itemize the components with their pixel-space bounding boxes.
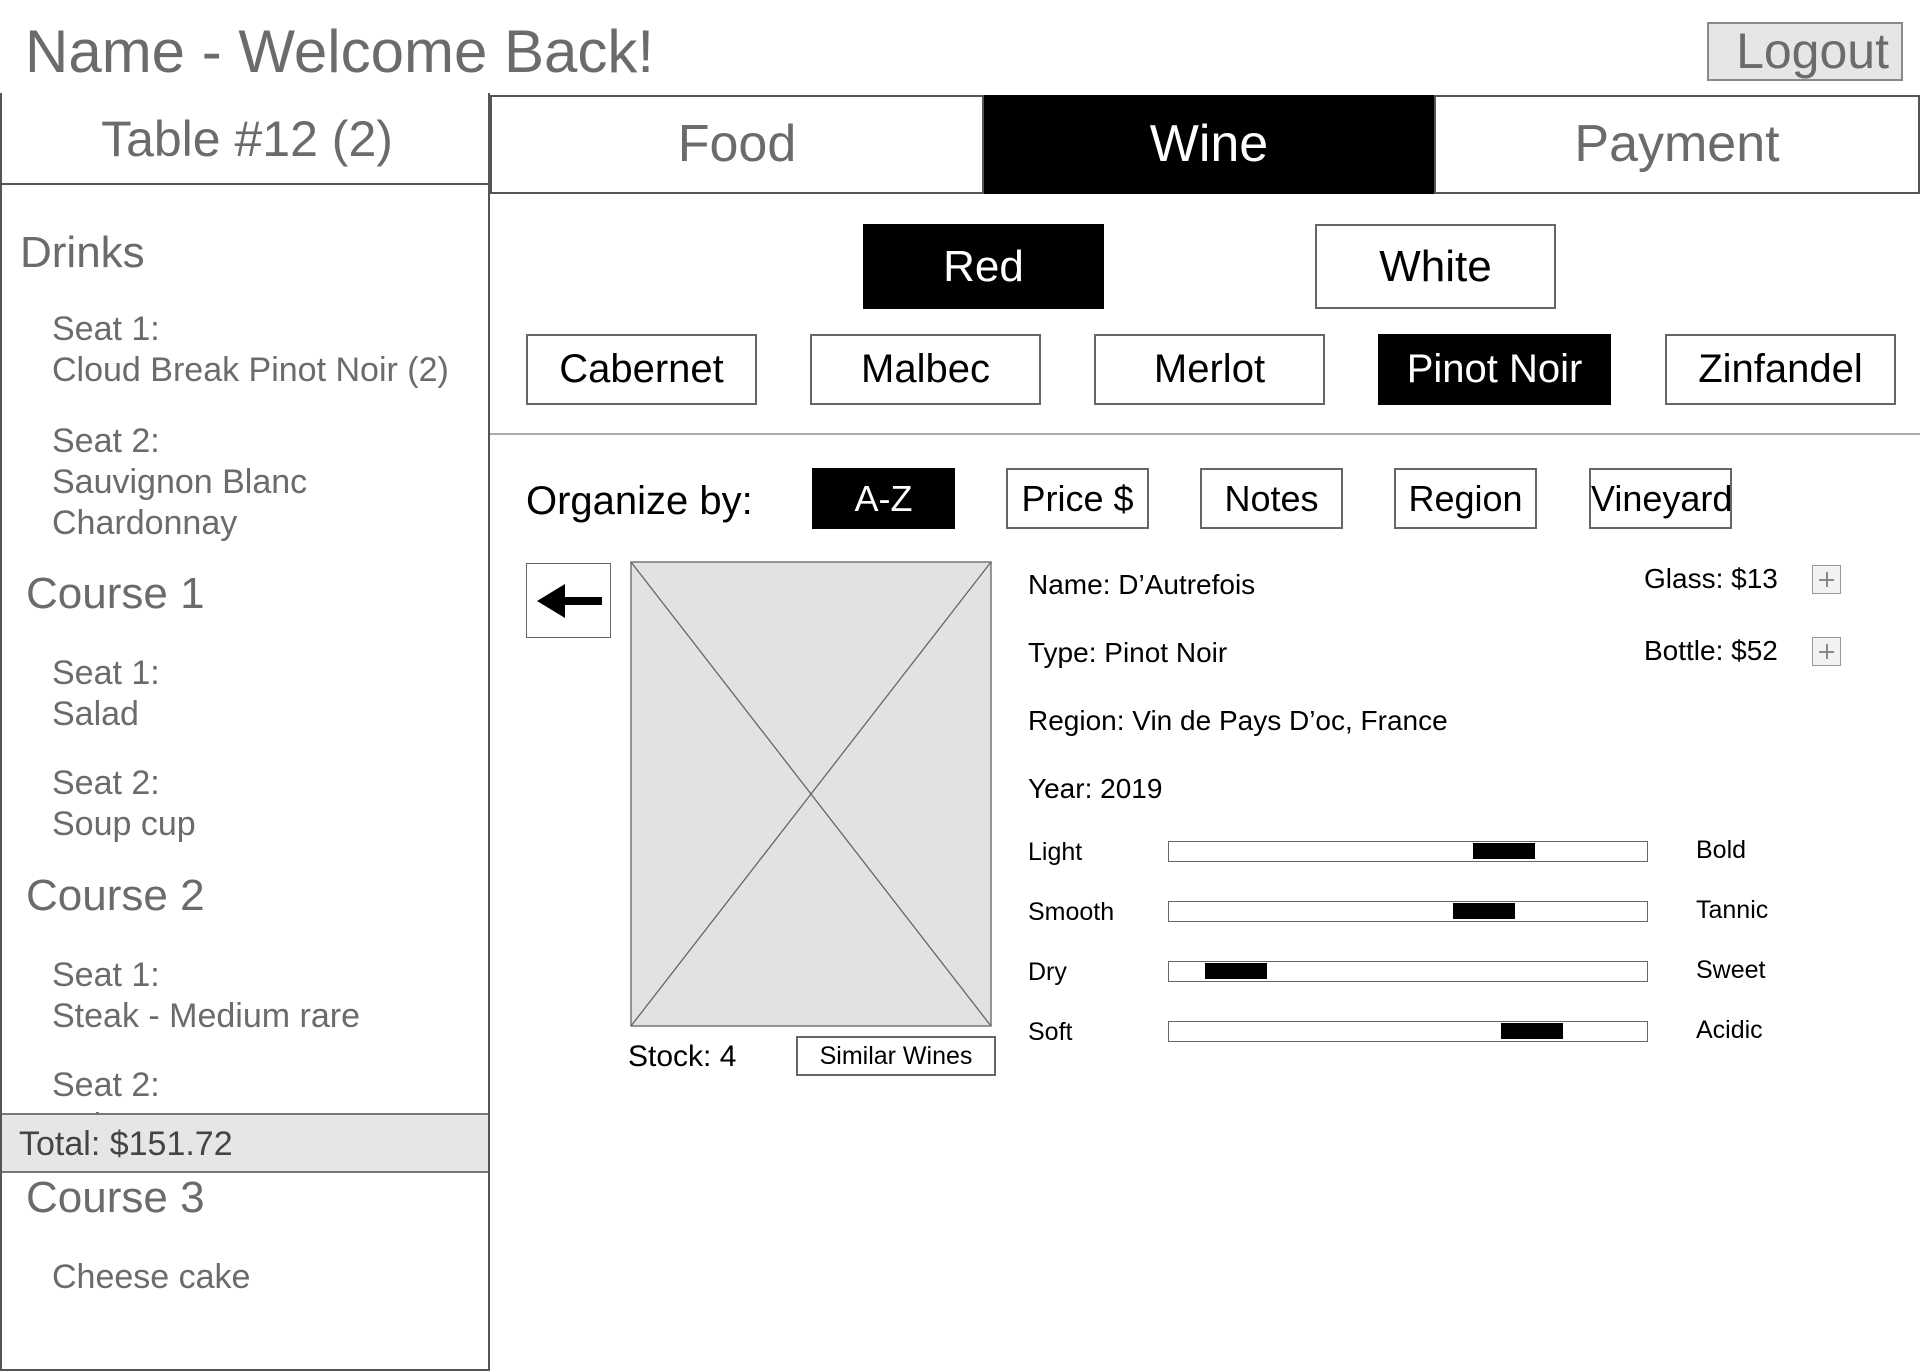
- list-item: Seat 1: Salad: [52, 654, 160, 733]
- slider-thumb[interactable]: [1453, 903, 1516, 919]
- filter-white-button[interactable]: White: [1315, 224, 1556, 309]
- slider-thumb[interactable]: [1472, 843, 1535, 859]
- sort-vineyard-button[interactable]: Vineyard: [1589, 468, 1732, 529]
- tab-wine[interactable]: Wine: [984, 95, 1434, 194]
- list-item: Cheese cake: [52, 1258, 251, 1296]
- slider-label-soft: Soft: [1028, 1018, 1073, 1046]
- order-total: Total: $151.72: [2, 1113, 488, 1173]
- list-item: Seat 2: Soup cup: [52, 764, 196, 843]
- tab-payment[interactable]: Payment: [1434, 95, 1920, 194]
- order-panel: Table #12 (2) Drinks Seat 1: Cloud Break…: [0, 93, 490, 1371]
- dry-sweet-slider[interactable]: [1168, 961, 1648, 982]
- slider-label-sweet: Sweet: [1696, 956, 1766, 984]
- arrow-left-icon: [537, 584, 602, 618]
- divider: [490, 433, 1920, 435]
- sort-price-button[interactable]: Price $: [1006, 468, 1149, 529]
- section-title-course-3: Course 3: [26, 1173, 205, 1222]
- section-title-drinks: Drinks: [20, 228, 145, 277]
- section-title-course-1: Course 1: [26, 569, 205, 618]
- wine-name: Name: D’Autrefois: [1028, 569, 1256, 600]
- section-title-course-2: Course 2: [26, 871, 205, 920]
- wine-region: Region: Vin de Pays D’oc, France: [1028, 705, 1448, 736]
- varietal-cabernet-button[interactable]: Cabernet: [526, 334, 757, 405]
- slider-label-dry: Dry: [1028, 958, 1067, 986]
- bottle-price: Bottle: $52: [1644, 635, 1778, 666]
- tab-food[interactable]: Food: [490, 95, 984, 194]
- filter-red-button[interactable]: Red: [863, 224, 1104, 309]
- list-item: Seat 2: Sauvignon Blanc Chardonnay: [52, 422, 308, 542]
- slider-thumb[interactable]: [1501, 1023, 1564, 1039]
- varietal-malbec-button[interactable]: Malbec: [810, 334, 1041, 405]
- light-bold-slider[interactable]: [1168, 841, 1648, 862]
- slider-label-tannic: Tannic: [1696, 896, 1769, 924]
- sort-az-button[interactable]: A-Z: [812, 468, 955, 529]
- smooth-tannic-slider[interactable]: [1168, 901, 1648, 922]
- add-bottle-button[interactable]: [1812, 637, 1841, 666]
- back-button[interactable]: [526, 563, 611, 638]
- wine-type: Type: Pinot Noir: [1028, 637, 1228, 668]
- organize-label: Organize by:: [526, 479, 753, 523]
- slider-label-acidic: Acidic: [1696, 1016, 1763, 1044]
- list-item: Seat 1: Steak - Medium rare: [52, 956, 360, 1035]
- slider-label-light: Light: [1028, 838, 1083, 866]
- wine-year: Year: 2019: [1028, 773, 1163, 804]
- add-glass-button[interactable]: [1812, 565, 1841, 594]
- sort-region-button[interactable]: Region: [1394, 468, 1537, 529]
- welcome-title: Name - Welcome Back!: [25, 18, 655, 85]
- varietal-zinfandel-button[interactable]: Zinfandel: [1665, 334, 1896, 405]
- soft-acidic-slider[interactable]: [1168, 1021, 1648, 1042]
- varietal-pinot-noir-button[interactable]: Pinot Noir: [1378, 334, 1611, 405]
- image-placeholder-icon: [630, 561, 992, 1027]
- slider-thumb[interactable]: [1204, 963, 1267, 979]
- varietal-merlot-button[interactable]: Merlot: [1094, 334, 1325, 405]
- table-title: Table #12 (2): [2, 93, 488, 185]
- slider-label-smooth: Smooth: [1028, 898, 1115, 926]
- glass-price: Glass: $13: [1644, 563, 1778, 594]
- logout-button[interactable]: Logout: [1707, 22, 1903, 81]
- sort-notes-button[interactable]: Notes: [1200, 468, 1343, 529]
- slider-label-bold: Bold: [1696, 836, 1747, 864]
- stock-count: Stock: 4: [628, 1040, 737, 1073]
- list-item: Seat 1: Cloud Break Pinot Noir (2): [52, 310, 449, 389]
- similar-wines-button[interactable]: Similar Wines: [796, 1036, 996, 1076]
